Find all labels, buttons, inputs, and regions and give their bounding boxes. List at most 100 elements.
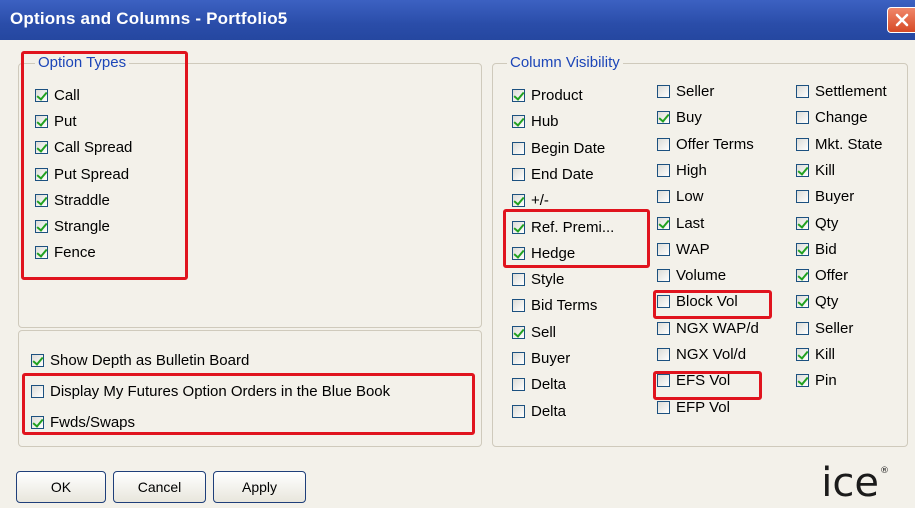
checkbox[interactable] xyxy=(512,273,525,287)
checkbox[interactable] xyxy=(657,85,670,98)
checkbox[interactable] xyxy=(35,141,48,155)
checkbox[interactable] xyxy=(657,111,670,125)
checkbox[interactable] xyxy=(512,246,525,260)
checkbox[interactable] xyxy=(796,321,809,335)
column-visibility-checkbox[interactable]: Volume xyxy=(657,267,726,284)
checkbox[interactable] xyxy=(35,220,48,233)
checkbox[interactable] xyxy=(657,216,670,230)
column-visibility-checkbox[interactable]: Seller xyxy=(796,320,853,337)
cancel-button[interactable]: Cancel xyxy=(113,471,206,503)
option-type-checkbox[interactable]: Call xyxy=(35,87,80,104)
column-visibility-checkbox[interactable]: EFS Vol xyxy=(657,372,730,389)
checkbox[interactable] xyxy=(31,416,44,429)
checkbox[interactable] xyxy=(657,348,670,361)
checkbox[interactable] xyxy=(796,163,809,177)
column-visibility-checkbox[interactable]: Settlement xyxy=(796,83,887,100)
column-visibility-checkbox[interactable]: WAP xyxy=(657,241,710,258)
checkbox[interactable] xyxy=(512,115,525,129)
column-visibility-checkbox[interactable]: Bid xyxy=(796,241,837,258)
ok-button[interactable]: OK xyxy=(16,471,106,503)
checkbox[interactable] xyxy=(796,374,809,388)
column-visibility-checkbox[interactable]: Buyer xyxy=(796,188,854,205)
column-visibility-checkbox[interactable]: Hub xyxy=(512,113,559,130)
column-visibility-checkbox[interactable]: Sell xyxy=(512,324,556,341)
checkbox[interactable] xyxy=(512,141,525,155)
checkbox[interactable] xyxy=(512,167,525,181)
option-type-checkbox[interactable]: Call Spread xyxy=(35,139,132,156)
checkbox[interactable] xyxy=(35,193,48,207)
checkbox[interactable] xyxy=(512,325,525,339)
checkbox[interactable] xyxy=(657,269,670,283)
column-visibility-checkbox[interactable]: Kill xyxy=(796,162,835,179)
checkbox[interactable] xyxy=(31,354,44,367)
checkbox[interactable] xyxy=(657,374,670,388)
column-visibility-checkbox[interactable]: Delta xyxy=(512,403,566,420)
column-visibility-checkbox[interactable]: Offer xyxy=(796,267,848,284)
checkbox[interactable] xyxy=(796,242,809,256)
column-visibility-checkbox[interactable]: Kill xyxy=(796,346,835,363)
checkbox[interactable] xyxy=(657,190,670,204)
option-type-checkbox[interactable]: Put xyxy=(35,113,77,130)
column-visibility-checkbox[interactable]: Qty xyxy=(796,215,838,232)
checkbox[interactable] xyxy=(796,216,809,230)
checkbox[interactable] xyxy=(796,348,809,361)
column-visibility-checkbox[interactable]: Offer Terms xyxy=(657,136,754,153)
checkbox[interactable] xyxy=(512,194,525,208)
column-visibility-checkbox[interactable]: End Date xyxy=(512,166,594,183)
column-visibility-checkbox[interactable]: NGX Vol/d xyxy=(657,346,746,363)
column-visibility-checkbox[interactable]: EFP Vol xyxy=(657,399,730,416)
column-visibility-checkbox[interactable]: Low xyxy=(657,188,704,205)
checkbox[interactable] xyxy=(35,89,48,102)
display-option-checkbox[interactable]: Display My Futures Option Orders in the … xyxy=(31,383,390,400)
column-visibility-checkbox[interactable]: Buyer xyxy=(512,350,570,367)
column-visibility-checkbox[interactable]: Product xyxy=(512,87,583,104)
column-visibility-checkbox[interactable]: Style xyxy=(512,271,564,288)
checkbox[interactable] xyxy=(796,295,809,309)
column-visibility-checkbox[interactable]: Seller xyxy=(657,83,714,100)
column-visibility-checkbox[interactable]: Qty xyxy=(796,293,838,310)
column-visibility-checkbox[interactable]: Bid Terms xyxy=(512,297,597,314)
option-type-checkbox[interactable]: Strangle xyxy=(35,218,110,235)
checkbox[interactable] xyxy=(657,163,670,177)
column-visibility-checkbox[interactable]: Mkt. State xyxy=(796,136,883,153)
column-visibility-checkbox[interactable]: High xyxy=(657,162,707,179)
column-visibility-checkbox[interactable]: Buy xyxy=(657,109,702,126)
display-option-checkbox[interactable]: Fwds/Swaps xyxy=(31,414,135,431)
checkbox[interactable] xyxy=(796,269,809,283)
checkbox[interactable] xyxy=(657,400,670,414)
column-visibility-checkbox[interactable]: Delta xyxy=(512,376,566,393)
checkbox[interactable] xyxy=(35,167,48,181)
column-visibility-checkbox[interactable]: NGX WAP/d xyxy=(657,320,759,337)
checkbox[interactable] xyxy=(796,137,809,151)
checkbox[interactable] xyxy=(512,352,525,365)
checkbox[interactable] xyxy=(512,299,525,313)
option-type-checkbox[interactable]: Straddle xyxy=(35,192,110,209)
checkbox[interactable] xyxy=(796,111,809,125)
checkbox[interactable] xyxy=(657,321,670,335)
checkbox[interactable] xyxy=(657,242,670,256)
column-visibility-checkbox[interactable]: Begin Date xyxy=(512,140,605,157)
checkbox[interactable] xyxy=(796,85,809,98)
option-type-checkbox[interactable]: Put Spread xyxy=(35,166,129,183)
checkbox[interactable] xyxy=(796,190,809,204)
close-button[interactable] xyxy=(887,7,915,33)
checkbox[interactable] xyxy=(35,115,48,129)
checkbox[interactable] xyxy=(512,378,525,392)
checkbox[interactable] xyxy=(657,295,670,309)
column-visibility-checkbox[interactable]: Ref. Premi... xyxy=(512,219,614,236)
display-option-checkbox[interactable]: Show Depth as Bulletin Board xyxy=(31,352,249,369)
column-visibility-checkbox[interactable]: +/- xyxy=(512,192,549,209)
column-visibility-checkbox[interactable]: Change xyxy=(796,109,868,126)
column-visibility-checkbox[interactable]: Block Vol xyxy=(657,293,738,310)
column-visibility-checkbox[interactable]: Pin xyxy=(796,372,837,389)
option-type-checkbox[interactable]: Fence xyxy=(35,244,96,261)
checkbox[interactable] xyxy=(657,137,670,151)
column-visibility-checkbox[interactable]: Last xyxy=(657,215,704,232)
column-visibility-checkbox[interactable]: Hedge xyxy=(512,245,575,262)
checkbox[interactable] xyxy=(512,220,525,234)
apply-button[interactable]: Apply xyxy=(213,471,306,503)
checkbox[interactable] xyxy=(35,246,48,260)
checkbox[interactable] xyxy=(31,385,44,398)
checkbox[interactable] xyxy=(512,89,525,102)
checkbox[interactable] xyxy=(512,404,525,418)
